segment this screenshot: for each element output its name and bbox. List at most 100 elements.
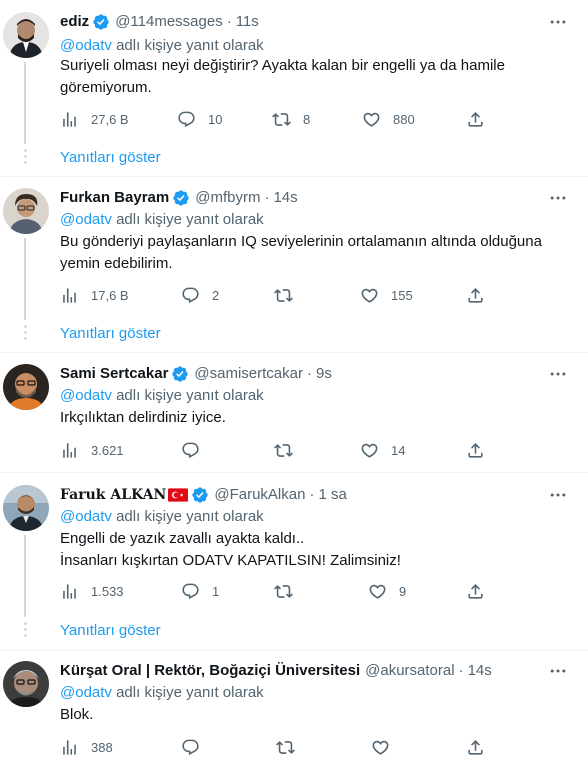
reply-count: 10 xyxy=(208,111,223,127)
tweet-actions: 27,6 B 10 8 880 xyxy=(60,109,530,129)
avatar[interactable] xyxy=(3,12,49,58)
display-name[interactable]: Furkan Bayram xyxy=(60,188,169,208)
display-name[interactable]: ediz xyxy=(60,12,89,32)
reply-button[interactable] xyxy=(181,440,212,460)
views-button[interactable]: 388 xyxy=(60,737,113,757)
retweet-button[interactable] xyxy=(274,440,305,460)
tweet-text-line: Bu gönderiyi paylaşanların IQ seviyeleri… xyxy=(60,233,542,250)
display-name[interactable]: Sami Sertcakar xyxy=(60,364,168,384)
timestamp[interactable]: 14s xyxy=(273,188,297,208)
timestamp[interactable]: 14s xyxy=(468,661,492,681)
reply-mention-link[interactable]: @odatv xyxy=(60,387,112,404)
tweet-text-line: Irkçılıktan delirdiniz iyice. xyxy=(60,409,226,426)
retweet-button[interactable] xyxy=(274,285,305,305)
more-options-icon[interactable] xyxy=(548,364,568,384)
share-icon xyxy=(468,583,483,599)
reply-mention-link[interactable]: @odatv xyxy=(60,37,112,54)
reply-icon xyxy=(182,287,199,303)
tweet-actions: 3.621 14 xyxy=(60,440,530,460)
reply-icon xyxy=(182,583,199,599)
reply-to-suffix: adlı kişiye yanıt olarak xyxy=(111,37,264,54)
tweet-header: Kürşat Oral | Rektör, Boğaziçi Üniversit… xyxy=(60,661,548,681)
share-button[interactable] xyxy=(466,285,485,305)
like-count: 880 xyxy=(393,111,415,127)
tweet[interactable]: Kürşat Oral | Rektör, Boğaziçi Üniversit… xyxy=(0,661,588,768)
retweet-icon xyxy=(274,288,293,302)
like-button[interactable]: 880 xyxy=(362,109,415,129)
avatar-photo xyxy=(3,661,49,707)
reply-button[interactable] xyxy=(181,737,212,757)
user-handle[interactable]: @akursatoral xyxy=(365,661,454,681)
display-name[interactable]: Faruk ALKAN xyxy=(60,485,166,505)
show-replies-link[interactable]: Yanıtları göster xyxy=(60,149,161,166)
more-options-icon[interactable] xyxy=(548,188,568,208)
views-button[interactable]: 27,6 B xyxy=(60,109,129,129)
reply-button[interactable]: 1 xyxy=(181,581,219,601)
reply-mention-link[interactable]: @odatv xyxy=(60,684,112,701)
reply-mention-link[interactable]: @odatv xyxy=(60,211,112,228)
share-icon xyxy=(468,739,483,755)
like-button[interactable]: 155 xyxy=(360,285,413,305)
share-icon xyxy=(468,287,483,303)
share-icon xyxy=(468,111,483,127)
more-options-icon[interactable] xyxy=(548,661,568,681)
retweet-icon xyxy=(276,740,295,754)
share-button[interactable] xyxy=(466,109,485,129)
reply-button[interactable]: 2 xyxy=(181,285,219,305)
thread-gap-dots xyxy=(20,325,30,340)
display-name[interactable]: Kürşat Oral | Rektör, Boğaziçi Üniversit… xyxy=(60,661,360,681)
avatar[interactable] xyxy=(3,188,49,234)
views-count: 27,6 B xyxy=(91,111,129,127)
heart-icon xyxy=(361,288,378,303)
show-replies-link[interactable]: Yanıtları göster xyxy=(60,622,161,639)
reply-mention-link[interactable]: @odatv xyxy=(60,508,112,525)
tweet-text-line: göremiyorum. xyxy=(60,79,152,96)
replying-to: @odatv adlı kişiye yanıt olarak xyxy=(60,36,264,56)
timestamp[interactable]: 9s xyxy=(316,364,332,384)
share-button[interactable] xyxy=(466,440,485,460)
more-options-icon[interactable] xyxy=(548,485,568,505)
more-options-icon[interactable] xyxy=(548,12,568,32)
tweet[interactable]: Furkan Bayram @mfbyrm · 14s @odatv adlı … xyxy=(0,188,588,352)
heart-icon xyxy=(361,443,378,458)
avatar-photo xyxy=(3,188,49,234)
thread-line xyxy=(24,62,26,144)
views-button[interactable]: 17,6 B xyxy=(60,285,129,305)
reply-count: 2 xyxy=(212,287,220,303)
avatar[interactable] xyxy=(3,485,49,531)
avatar[interactable] xyxy=(3,364,49,410)
tweet-text: Blok. xyxy=(60,704,560,726)
verified-badge-icon xyxy=(173,190,189,206)
timestamp[interactable]: 1 sa xyxy=(318,485,346,505)
tweet[interactable]: ediz @114messages · 11s @odatv adlı kişi… xyxy=(0,12,588,176)
retweet-button[interactable] xyxy=(274,581,305,601)
views-button[interactable]: 1.533 xyxy=(60,581,124,601)
reply-button[interactable]: 10 xyxy=(177,109,222,129)
timestamp[interactable]: 11s xyxy=(236,12,259,32)
like-button[interactable]: 14 xyxy=(360,440,405,460)
show-replies-link[interactable]: Yanıtları göster xyxy=(60,325,161,342)
tweet-text: Bu gönderiyi paylaşanların IQ seviyeleri… xyxy=(60,231,560,275)
heart-icon xyxy=(363,112,380,127)
retweet-icon xyxy=(274,584,293,598)
like-button[interactable]: 9 xyxy=(368,581,406,601)
tweet[interactable]: Sami Sertcakar @samisertcakar · 9s @odat… xyxy=(0,364,588,472)
user-handle[interactable]: @samisertcakar xyxy=(194,364,303,384)
retweet-button[interactable]: 8 xyxy=(272,109,310,129)
avatar[interactable] xyxy=(3,661,49,707)
thread-gap-dots xyxy=(20,149,30,164)
share-button[interactable] xyxy=(466,737,485,757)
heart-icon xyxy=(369,584,386,599)
separator-dot: · xyxy=(264,189,270,206)
retweet-button[interactable] xyxy=(276,737,307,757)
like-button[interactable] xyxy=(371,737,402,757)
views-button[interactable]: 3.621 xyxy=(60,440,124,460)
avatar-photo xyxy=(3,12,49,58)
user-handle[interactable]: @114messages xyxy=(115,12,223,32)
replying-to: @odatv adlı kişiye yanıt olarak xyxy=(60,210,264,230)
share-button[interactable] xyxy=(466,581,485,601)
tweet[interactable]: Faruk ALKAN @FarukAlkan · 1 sa @odatv ad… xyxy=(0,485,588,649)
tweet-header: Faruk ALKAN @FarukAlkan · 1 sa xyxy=(60,485,548,505)
user-handle[interactable]: @mfbyrm xyxy=(195,188,260,208)
user-handle[interactable]: @FarukAlkan xyxy=(214,485,305,505)
